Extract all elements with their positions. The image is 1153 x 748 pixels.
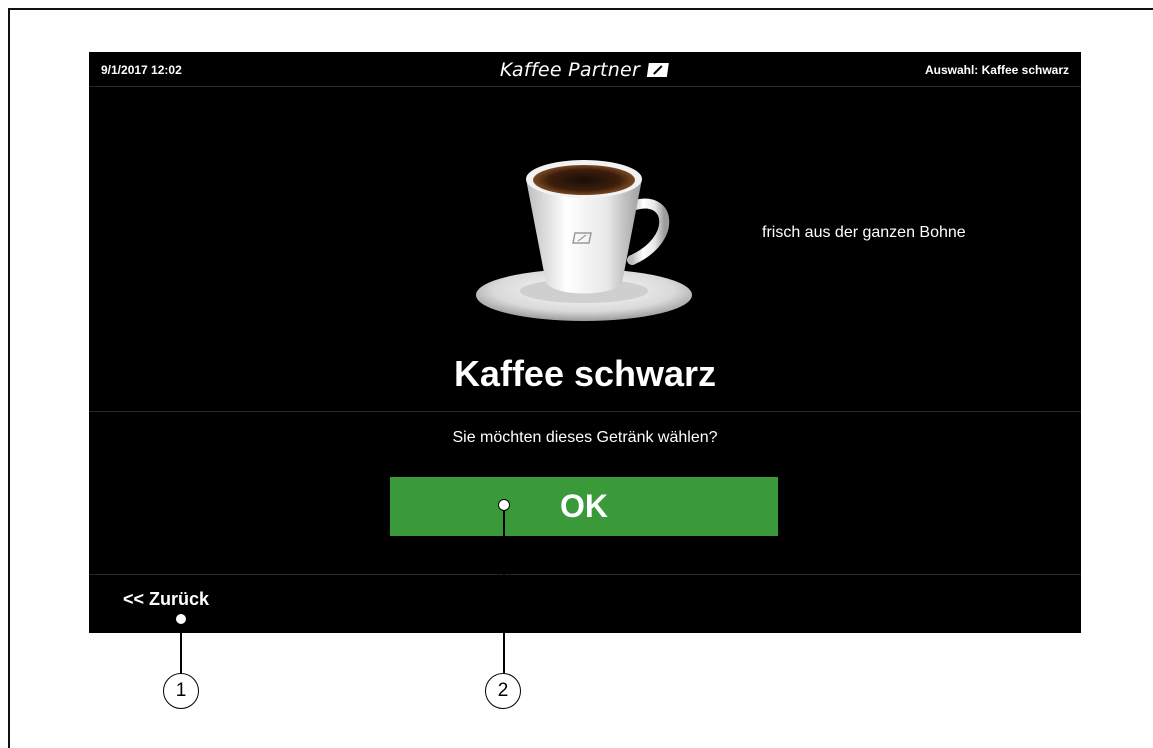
callout-number-2: 2 [485, 673, 521, 709]
brand-mark-icon [647, 63, 670, 77]
divider [89, 574, 1081, 575]
brand-name: Kaffee Partner [499, 59, 641, 81]
datetime-label: 9/1/2017 12:02 [101, 63, 182, 77]
selection-label: Auswahl: Kaffee schwarz [924, 63, 1069, 77]
drink-title: Kaffee schwarz [453, 353, 717, 394]
callout-line [503, 511, 505, 673]
product-tagline: frisch aus der ganzen Bohne [762, 224, 966, 241]
back-button[interactable]: << Zurück [123, 589, 209, 610]
callout-line [180, 625, 182, 673]
brand-logo: Kaffee Partner [500, 59, 670, 81]
callout-number-1: 1 [163, 673, 199, 709]
coffee-cup-icon [472, 155, 696, 323]
confirm-question: Sie möchten dieses Getränk wählen? [452, 429, 718, 446]
callout-dot [175, 613, 187, 625]
ok-button[interactable]: OK [390, 477, 778, 536]
header-bar: 9/1/2017 12:02 Kaffee Partner Auswahl: K… [89, 52, 1081, 87]
divider [89, 411, 1081, 412]
machine-screen: 9/1/2017 12:02 Kaffee Partner Auswahl: K… [89, 52, 1081, 633]
callout-dot [498, 499, 510, 511]
